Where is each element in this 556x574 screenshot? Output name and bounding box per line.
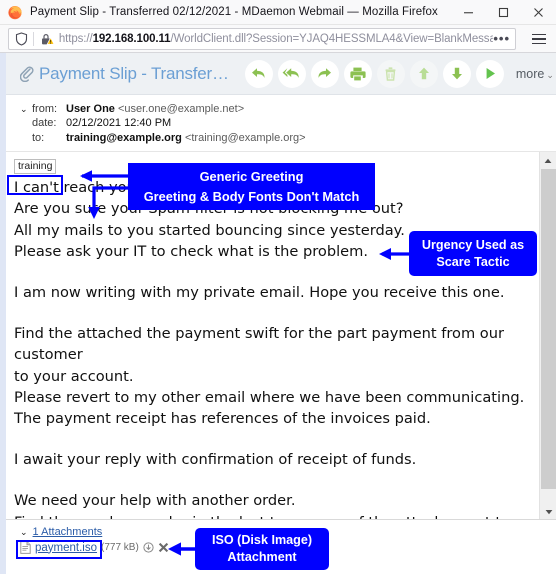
- message-toolbar: Payment Slip - Transfer… more ⌄: [6, 53, 556, 95]
- to-label: to:: [32, 132, 45, 144]
- more-actions-label: more: [515, 66, 545, 81]
- annotation-urgency-line2: Scare Tactic: [436, 254, 510, 269]
- body-line: Find the attached the payment swift for …: [14, 325, 504, 364]
- annotation-highlight-greeting: [7, 175, 63, 195]
- more-actions-button[interactable]: more ⌄: [516, 67, 554, 81]
- chevron-down-icon[interactable]: ⌄: [20, 527, 28, 538]
- firefox-logo-icon: [7, 4, 23, 20]
- to-value: training@example.org <training@example.o…: [66, 132, 306, 144]
- to-display-name: training@example.org: [66, 132, 182, 144]
- download-circle-icon[interactable]: [143, 542, 154, 553]
- reply-all-button[interactable]: [277, 59, 306, 88]
- greeting-token: training: [14, 159, 57, 174]
- body-line: We need your help with another order.: [14, 492, 296, 510]
- url-path: /WorldClient.dll?Session=YJAQ4HESSMLA4&V…: [170, 33, 494, 45]
- print-button[interactable]: [343, 59, 372, 88]
- message-action-buttons: more ⌄: [244, 59, 554, 88]
- body-paragraph: Find the attached the payment swift for …: [14, 323, 534, 429]
- annotation-iso-attachment: ISO (Disk Image) Attachment: [195, 528, 329, 570]
- scroll-up-arrow-icon[interactable]: [540, 152, 556, 169]
- url-text[interactable]: https://192.168.100.11/WorldClient.dll?S…: [59, 33, 494, 45]
- paperclip-icon: [20, 65, 34, 82]
- minimize-button[interactable]: [451, 0, 486, 25]
- annotation-urgency-line1: Urgency Used as: [421, 237, 525, 252]
- date-value: 02/12/2021 12:40 PM: [66, 117, 172, 129]
- insecure-lock-warning-icon[interactable]: [39, 32, 55, 47]
- annotation-urgency-scare-tactic: Urgency Used as Scare Tactic: [409, 231, 537, 276]
- collapse-headers-icon[interactable]: ⌄: [20, 102, 32, 116]
- window-titlebar: Payment Slip - Transferred 02/12/2021 - …: [0, 0, 556, 25]
- page-actions-overflow-button[interactable]: •••: [493, 32, 510, 45]
- attachments-count-label[interactable]: 1 Attachments: [33, 526, 103, 538]
- tracking-protection-shield-icon[interactable]: [13, 32, 30, 46]
- body-paragraph: I am now writing with my private email. …: [14, 282, 534, 303]
- body-line: Find the purchase order in the last two …: [14, 512, 534, 519]
- window-controls: [451, 0, 556, 25]
- previous-message-button[interactable]: [409, 59, 438, 88]
- annotation-arrow-to-urgency-line: [379, 248, 412, 260]
- body-line: to your account.: [14, 367, 134, 385]
- annotation-iso-line2: Attachment: [227, 550, 297, 564]
- annotation-highlight-attachment: [16, 540, 102, 559]
- browser-window: Payment Slip - Transferred 02/12/2021 - …: [0, 0, 556, 574]
- reply-button[interactable]: [244, 59, 273, 88]
- body-line: The payment receipt has references of th…: [14, 410, 431, 428]
- date-label: date:: [32, 117, 57, 129]
- body-line: I am now writing with my private email. …: [14, 284, 505, 302]
- annotation-iso-line1: ISO (Disk Image): [211, 533, 313, 547]
- annotation-generic-greeting-line1: Generic Greeting: [199, 168, 304, 184]
- body-paragraph: I await your reply with confirmation of …: [14, 449, 534, 470]
- annotation-generic-greeting-line2: Greeting & Body Fonts Don't Match: [143, 189, 360, 204]
- url-host: 192.168.100.11: [92, 33, 171, 45]
- hamburger-menu-icon[interactable]: [528, 29, 550, 49]
- header-row-from: ⌄ from: User One <user.one@example.net>: [20, 102, 556, 117]
- close-button[interactable]: [521, 0, 556, 25]
- navigation-toolbar: https://192.168.100.11/WorldClient.dll?S…: [0, 25, 556, 53]
- annotation-generic-greeting: Generic Greeting Greeting & Body Fonts D…: [128, 163, 375, 210]
- annotation-arrow-to-attachment: [168, 542, 199, 556]
- window-title: Payment Slip - Transferred 02/12/2021 - …: [30, 6, 438, 18]
- delete-button[interactable]: [376, 59, 405, 88]
- url-bar[interactable]: https://192.168.100.11/WorldClient.dll?S…: [8, 28, 516, 50]
- scrollbar-thumb[interactable]: [541, 169, 556, 489]
- from-label: from:: [32, 103, 58, 115]
- message-headers: ⌄ from: User One <user.one@example.net> …: [6, 95, 556, 151]
- forward-button[interactable]: [310, 59, 339, 88]
- annotation-arrow-to-body-font: [88, 186, 142, 219]
- next-message-button[interactable]: [442, 59, 471, 88]
- body-scrollbar[interactable]: [539, 152, 556, 519]
- webmail-message-view: Payment Slip - Transfer… more ⌄ ⌄ from: …: [0, 53, 556, 574]
- from-address: <user.one@example.net>: [117, 103, 245, 115]
- maximize-button[interactable]: [486, 0, 521, 25]
- urlbar-divider: [33, 32, 35, 46]
- url-prefix: https://: [58, 33, 93, 45]
- annotation-arrow-to-greeting: [80, 170, 138, 182]
- body-paragraphs: I can't reach you with my main email.Are…: [14, 177, 534, 519]
- body-line: Please revert to my other email where we…: [14, 388, 525, 406]
- header-row-to: to: training@example.org <training@examp…: [20, 132, 556, 147]
- body-paragraph: We need your help with another order. Fin…: [14, 490, 534, 519]
- chevron-down-icon: ⌄: [546, 69, 554, 80]
- header-row-date: date: 02/12/2021 12:40 PM: [20, 117, 556, 132]
- attachment-file-size: (777 kB): [101, 542, 139, 553]
- to-address: <training@example.org>: [184, 132, 306, 144]
- from-display-name: User One: [66, 103, 115, 115]
- from-value: User One <user.one@example.net>: [66, 103, 244, 115]
- play-button[interactable]: [475, 59, 504, 88]
- message-subject: Payment Slip - Transfer…: [39, 63, 229, 83]
- scroll-down-arrow-icon[interactable]: [540, 503, 556, 519]
- body-line: I await your reply with confirmation of …: [14, 451, 417, 469]
